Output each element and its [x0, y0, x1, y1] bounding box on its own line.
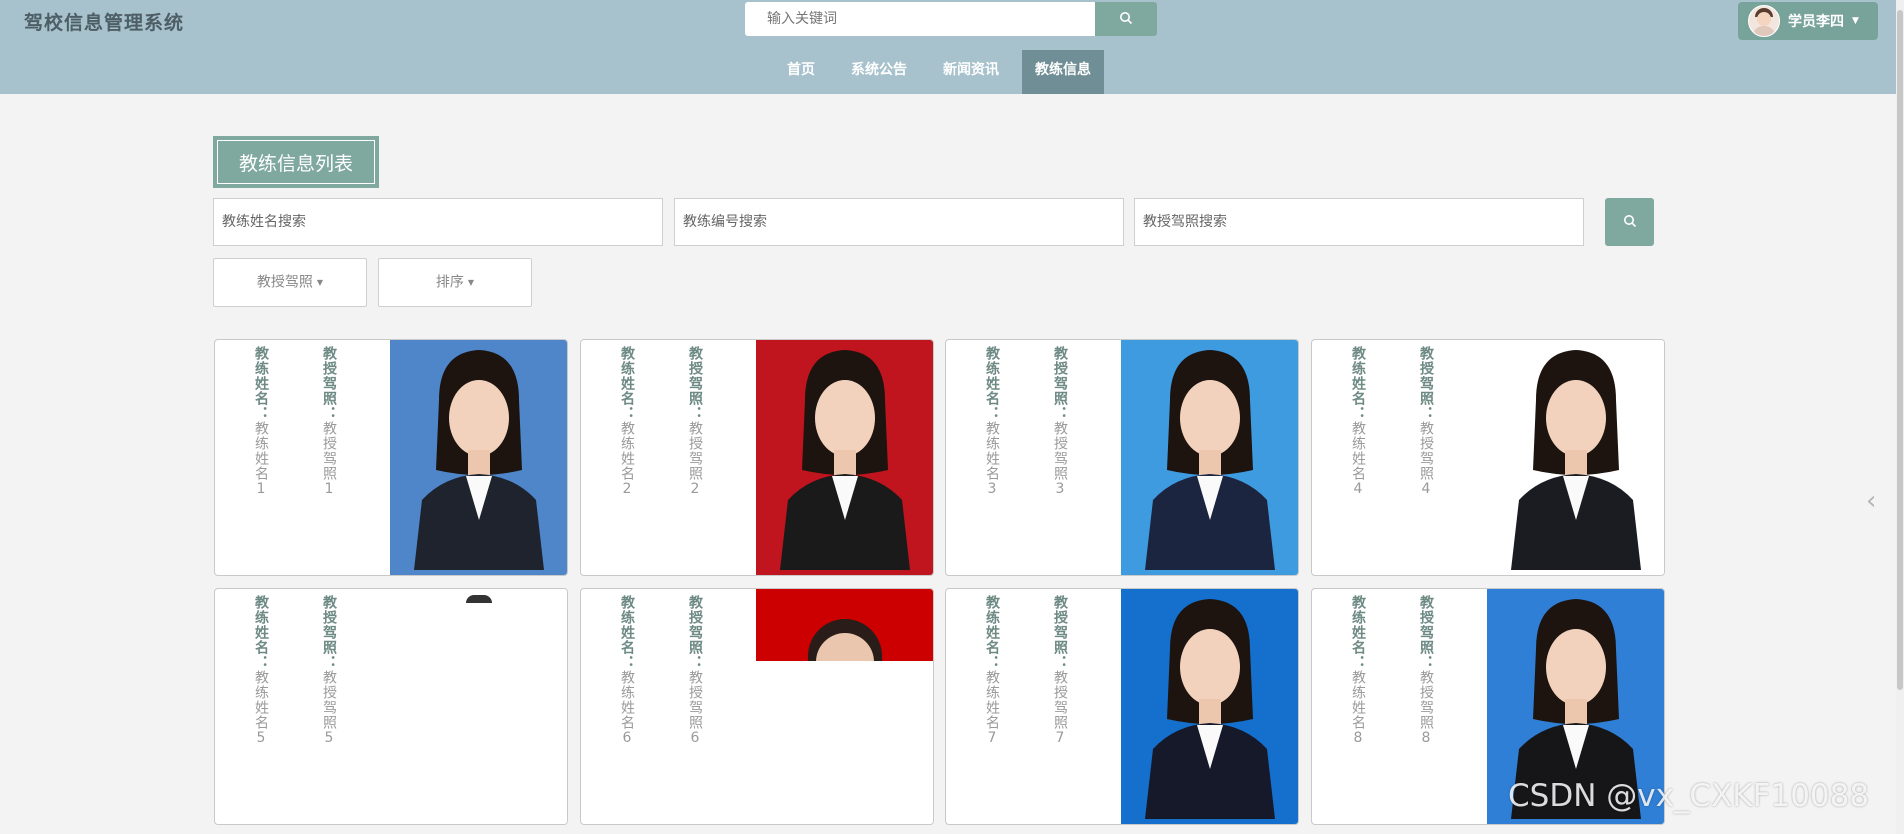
coach-license-value: 教授驾照7	[1052, 670, 1068, 747]
coach-license-field: 教授驾照：教授驾照7	[1050, 595, 1070, 747]
coach-card[interactable]: 教练姓名：教练姓名1 教授驾照：教授驾照1	[214, 339, 568, 576]
person-silhouette	[414, 350, 544, 570]
coach-name-label: 教练姓名：	[984, 595, 1000, 670]
watermark: CSDN @vx_CXKF10088	[1508, 778, 1870, 814]
main-nav: 首页 系统公告 新闻资讯 教练信息	[0, 50, 1904, 94]
coach-photo	[1121, 589, 1298, 824]
caret-down-icon: ▼	[1852, 16, 1859, 26]
coach-license-value: 教授驾照6	[687, 670, 703, 747]
coach-photo	[756, 589, 933, 824]
license-search-input[interactable]: 教授驾照搜索	[1134, 198, 1584, 246]
coach-license-field: 教授驾照：教授驾照5	[319, 595, 339, 747]
coach-name-search-input[interactable]: 教练姓名搜索	[213, 198, 663, 246]
coach-license-label: 教授驾照：	[687, 346, 703, 421]
sort-dropdown-label: 排序	[435, 274, 464, 291]
coach-card[interactable]: 教练姓名：教练姓名7 教授驾照：教授驾照7	[945, 588, 1299, 825]
chevron-right-icon[interactable]: ‹	[1866, 486, 1894, 516]
coach-license-value: 教授驾照3	[1052, 421, 1068, 498]
coach-license-field: 教授驾照：教授驾照2	[685, 346, 705, 498]
avatar	[1748, 5, 1780, 37]
nav-item-announcements[interactable]: 系统公告	[845, 50, 913, 94]
coach-name-label: 教练姓名：	[619, 346, 635, 421]
person-silhouette	[1511, 350, 1641, 570]
coach-name-value: 教练姓名4	[1350, 421, 1366, 498]
coach-license-label: 教授驾照：	[1418, 595, 1434, 670]
user-name: 学员李四	[1788, 14, 1844, 30]
coach-card[interactable]: 教练姓名：教练姓名4 教授驾照：教授驾照4	[1311, 339, 1665, 576]
coach-license-value: 教授驾照1	[321, 421, 337, 498]
coach-license-label: 教授驾照：	[321, 595, 337, 670]
page-title: 教练信息列表	[217, 140, 375, 184]
coach-card[interactable]: 教练姓名：教练姓名3 教授驾照：教授驾照3	[945, 339, 1299, 576]
caret-down-icon: ▼	[316, 278, 324, 287]
nav-item-news[interactable]: 新闻资讯	[937, 50, 1005, 94]
coach-name-value: 教练姓名2	[619, 421, 635, 498]
filter-search-button[interactable]	[1605, 198, 1654, 246]
coach-name-field: 教练姓名：教练姓名2	[617, 346, 637, 498]
person-silhouette	[1145, 599, 1275, 819]
coach-name-value: 教练姓名5	[253, 670, 269, 747]
coach-name-field: 教练姓名：教练姓名5	[251, 595, 271, 747]
coach-id-search-input[interactable]: 教练编号搜索	[674, 198, 1124, 246]
coach-license-value: 教授驾照5	[321, 670, 337, 747]
coach-name-field: 教练姓名：教练姓名3	[982, 346, 1002, 498]
app-title: 驾校信息管理系统	[24, 12, 185, 34]
coach-name-label: 教练姓名：	[1350, 595, 1366, 670]
search-icon	[1623, 213, 1637, 232]
coach-license-field: 教授驾照：教授驾照3	[1050, 346, 1070, 498]
license-dropdown[interactable]: 教授驾照 ▼	[213, 258, 367, 307]
coach-name-field: 教练姓名：教练姓名7	[982, 595, 1002, 747]
person-silhouette	[1145, 350, 1275, 570]
coach-photo	[390, 589, 567, 824]
coach-license-label: 教授驾照：	[321, 346, 337, 421]
coach-license-label: 教授驾照：	[1418, 346, 1434, 421]
coach-license-value: 教授驾照8	[1418, 670, 1434, 747]
top-header: 驾校信息管理系统 学员李四 ▼ 首页 系统公告 新闻资讯 教练信息	[0, 0, 1904, 94]
coach-license-field: 教授驾照：教授驾照4	[1416, 346, 1436, 498]
license-dropdown-label: 教授驾照	[256, 274, 313, 291]
search-input[interactable]	[745, 2, 1095, 36]
coach-name-field: 教练姓名：教练姓名4	[1348, 346, 1368, 498]
coach-photo	[390, 340, 567, 575]
nav-item-home[interactable]: 首页	[775, 50, 827, 94]
user-menu[interactable]: 学员李四 ▼	[1738, 2, 1878, 40]
scrollbar-thumb[interactable]	[1897, 10, 1903, 690]
person-silhouette	[780, 350, 910, 570]
coach-name-field: 教练姓名：教练姓名1	[251, 346, 271, 498]
coach-name-value: 教练姓名6	[619, 670, 635, 747]
coach-license-label: 教授驾照：	[1052, 346, 1068, 421]
coach-card[interactable]: 教练姓名：教练姓名5 教授驾照：教授驾照5	[214, 588, 568, 825]
section-title-box: 教练信息列表	[213, 136, 379, 188]
coach-photo	[1487, 340, 1664, 575]
coach-name-value: 教练姓名8	[1350, 670, 1366, 747]
coach-license-field: 教授驾照：教授驾照1	[319, 346, 339, 498]
coach-license-label: 教授驾照：	[687, 595, 703, 670]
coach-name-label: 教练姓名：	[1350, 346, 1366, 421]
coach-name-value: 教练姓名1	[253, 421, 269, 498]
search-button[interactable]	[1095, 2, 1157, 36]
coach-license-value: 教授驾照4	[1418, 421, 1434, 498]
caret-down-icon: ▼	[467, 278, 475, 287]
coach-name-label: 教练姓名：	[984, 346, 1000, 421]
coach-photo	[1121, 340, 1298, 575]
coach-license-value: 教授驾照2	[687, 421, 703, 498]
coach-license-label: 教授驾照：	[1052, 595, 1068, 670]
coach-name-label: 教练姓名：	[253, 346, 269, 421]
coach-card[interactable]: 教练姓名：教练姓名2 教授驾照：教授驾照2	[580, 339, 934, 576]
coach-name-field: 教练姓名：教练姓名6	[617, 595, 637, 747]
coach-name-value: 教练姓名7	[984, 670, 1000, 747]
coach-name-field: 教练姓名：教练姓名8	[1348, 595, 1368, 747]
nav-item-coaches[interactable]: 教练信息	[1022, 50, 1104, 94]
sort-dropdown[interactable]: 排序 ▼	[378, 258, 532, 307]
coach-photo	[756, 340, 933, 575]
search-icon	[1119, 10, 1133, 29]
coach-license-field: 教授驾照：教授驾照6	[685, 595, 705, 747]
coach-name-value: 教练姓名3	[984, 421, 1000, 498]
coach-name-label: 教练姓名：	[619, 595, 635, 670]
coach-license-field: 教授驾照：教授驾照8	[1416, 595, 1436, 747]
coach-card[interactable]: 教练姓名：教练姓名6 教授驾照：教授驾照6	[580, 588, 934, 825]
coach-name-label: 教练姓名：	[253, 595, 269, 670]
